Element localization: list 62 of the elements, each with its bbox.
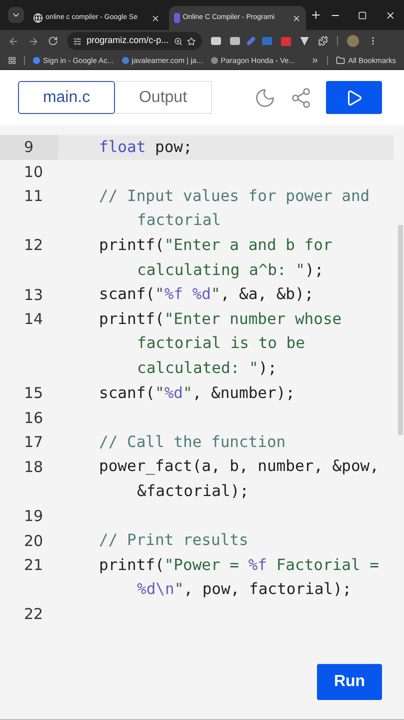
address-bar[interactable]: programiz.com/c-p...	[67, 32, 202, 50]
code-line: scanf("%f %d", &a, &b);	[99, 284, 314, 306]
new-tab-icon[interactable]	[310, 9, 322, 21]
line-number: 11	[24, 186, 44, 208]
tab-search-button[interactable]	[8, 7, 24, 23]
code-line: factorial is to be	[137, 333, 305, 354]
folder-icon	[336, 56, 346, 65]
line-number: 19	[24, 506, 44, 527]
share-icon[interactable]	[290, 86, 312, 108]
forward-icon[interactable]	[28, 36, 39, 46]
line-number: 10	[24, 162, 44, 183]
reload-icon[interactable]	[48, 36, 58, 46]
editor-tab[interactable]: Output	[115, 81, 212, 114]
code-line: // Input values for power and	[99, 186, 370, 207]
close-icon[interactable]	[150, 14, 160, 22]
site-info-icon[interactable]	[73, 36, 82, 46]
line-number: 20	[24, 530, 44, 552]
bookmark-star-icon[interactable]	[187, 36, 196, 46]
favicon-icon	[174, 13, 180, 23]
apps-icon[interactable]	[8, 56, 16, 65]
code-line: // Print results	[99, 530, 248, 552]
editor-tab[interactable]: main.c	[18, 81, 115, 114]
zoom-icon[interactable]	[174, 36, 182, 46]
close-icon[interactable]	[385, 10, 396, 20]
maximize-icon[interactable]	[358, 10, 368, 20]
code-line: &factorial);	[137, 480, 249, 502]
line-number: 15	[24, 382, 44, 404]
favicon-icon	[210, 57, 218, 64]
back-icon[interactable]	[8, 36, 19, 46]
code-line: printf("Power = %f Factorial =	[99, 554, 379, 576]
line-number: 9	[24, 137, 34, 158]
line-number: 21	[24, 555, 44, 576]
code-line: calculated: ");	[137, 358, 277, 380]
play-icon	[345, 88, 363, 106]
more-bookmarks-icon[interactable]	[310, 56, 320, 65]
url-text: programiz.com/c-p...	[86, 34, 169, 48]
profile-avatar[interactable]	[347, 35, 359, 47]
scrollbar-thumb[interactable]	[398, 225, 403, 435]
run-button[interactable]: Run	[317, 664, 382, 700]
line-number: 22	[24, 604, 44, 626]
line-number: 14	[24, 309, 44, 330]
line-number: 18	[24, 456, 44, 478]
dark-mode-icon[interactable]	[254, 86, 276, 108]
close-icon[interactable]	[292, 14, 301, 22]
code-line: %d\n", pow, factorial);	[137, 579, 352, 600]
extensions-icon[interactable]	[318, 36, 328, 46]
code-line: // Call the function	[99, 432, 286, 453]
globe-icon	[32, 13, 43, 23]
line-number: 13	[24, 284, 44, 306]
code-line: float pow;	[99, 136, 192, 158]
code-line: calculating a^b: ");	[137, 260, 324, 281]
code-line: factorial	[137, 210, 221, 232]
run-button[interactable]	[326, 81, 382, 114]
line-number: 16	[24, 408, 44, 429]
code-line: power_fact(a, b, number, &pow,	[99, 456, 379, 478]
code-line: printf("Enter number whose	[99, 308, 342, 330]
code-line: scanf("%d", &number);	[99, 382, 296, 404]
line-number: 17	[24, 432, 44, 454]
favicon-icon	[33, 57, 40, 64]
favicon-icon	[122, 57, 129, 64]
line-number: 12	[24, 235, 44, 256]
code-line: printf("Enter a and b for	[99, 235, 332, 256]
